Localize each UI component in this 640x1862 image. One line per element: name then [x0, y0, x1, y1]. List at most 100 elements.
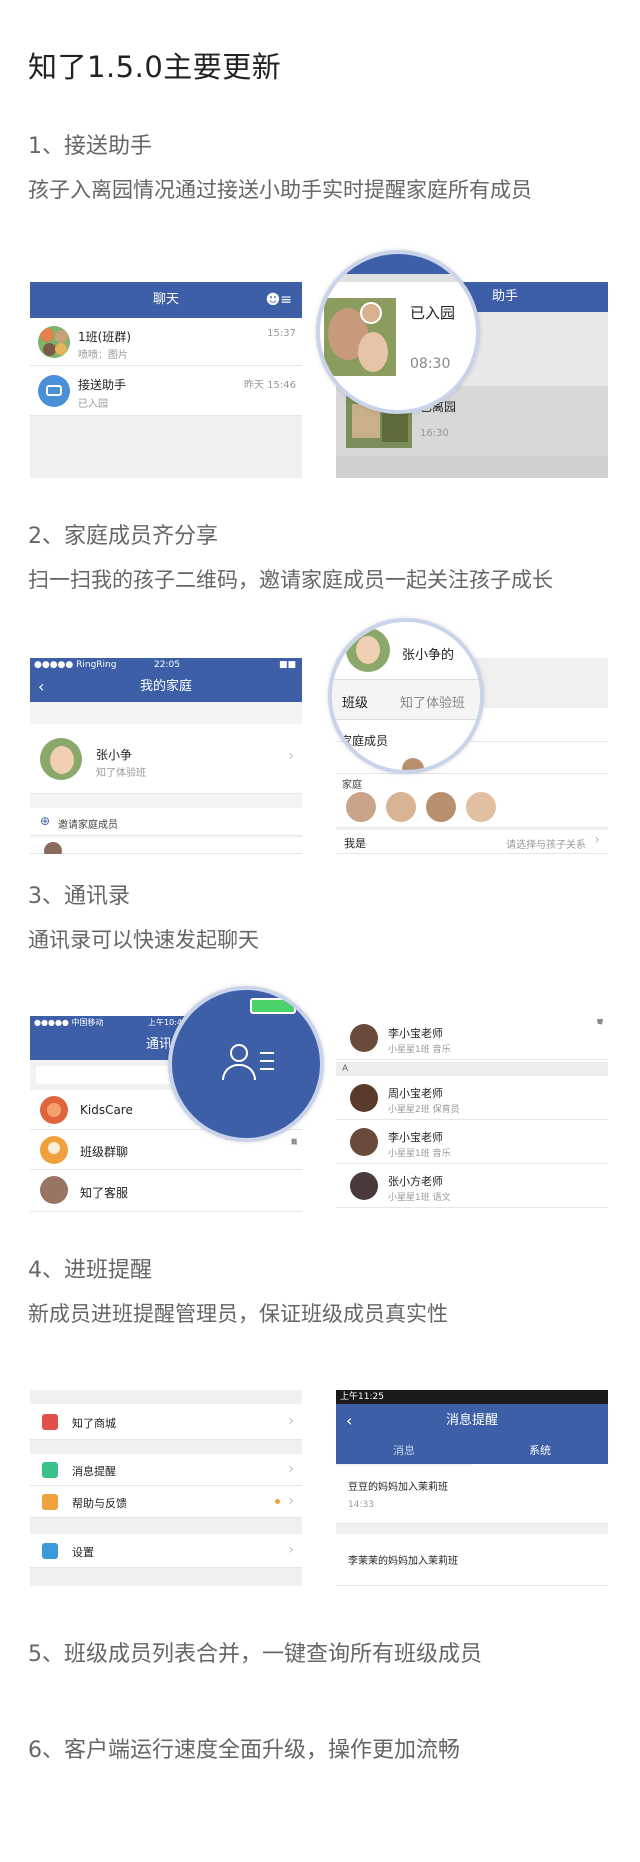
contact-avatar [350, 1172, 378, 1200]
contact-row[interactable]: 张小方老师 小星星1班 语文 [336, 1164, 608, 1208]
members-label-partial: 家庭 [342, 780, 362, 791]
my-family-screen: ●●●●● RingRing 22:05 ■■ ‹ 我的家庭 张小争 知了体验班… [30, 658, 302, 854]
contacts-icon[interactable]: ☻≡ [266, 282, 292, 318]
list-item[interactable]: 1班(班群) 喷喷：图片 15:37 [30, 318, 302, 366]
mag-header [320, 254, 476, 274]
child-avatar [40, 738, 82, 780]
chat-title: 聊天 [152, 292, 179, 307]
invite-row[interactable]: ⊕ 邀请家庭成员 [30, 808, 302, 836]
contact-sub: 小星星2班 保育员 [388, 1105, 460, 1115]
chevron-right-icon: › [288, 1413, 294, 1429]
magnifier [168, 986, 324, 1142]
member-avatar [402, 758, 424, 770]
tab-system[interactable]: 系统 [472, 1438, 608, 1466]
mag-class-row: 班级 知了体验班 [332, 680, 480, 720]
section-1-heading: 1、接送助手 [28, 134, 152, 159]
invite-label: 邀请家庭成员 [58, 820, 118, 831]
menu-item[interactable]: 帮助与反馈 › [30, 1486, 302, 1518]
bus-icon [38, 375, 70, 407]
checkin-status: 已入园 [410, 304, 456, 322]
chat-preview: 已入园 [78, 399, 108, 410]
message-time: 14:33 [348, 1500, 374, 1510]
message-text: 李茉茉的妈妈加入茉莉班 [348, 1556, 458, 1567]
member-avatar [466, 792, 496, 822]
menu-item[interactable]: 消息提醒 › [30, 1454, 302, 1486]
battery-icon: ■■ [278, 660, 296, 670]
member-avatar [426, 792, 456, 822]
child-name: 张小争的 [402, 648, 455, 663]
child-class: 知了体验班 [96, 768, 146, 779]
carrier: ●●●●● 中国移动 [34, 1018, 104, 1027]
magnifier: 已入园 08:30 [316, 250, 480, 414]
child-avatar [346, 628, 390, 672]
contacts-icon[interactable] [220, 1040, 286, 1090]
class-value: 知了体验班 [400, 696, 466, 711]
member-avatar [44, 842, 62, 854]
members-avatars: 家庭 [336, 774, 608, 828]
chevron-right-icon: › [288, 1542, 294, 1558]
member-row-partial [30, 838, 302, 854]
contact-row[interactable]: 周小宝老师 小星星2班 保育员 [336, 1076, 608, 1120]
relation-row[interactable]: 我是 请选择与孩子关系 › [336, 830, 608, 854]
status-bar: 上午11:25 [336, 1390, 608, 1404]
contact-sub: 小星星1班 音乐 [388, 1149, 451, 1159]
list-item[interactable]: 知了客服 [30, 1170, 302, 1212]
chat-screen: 聊天 ☻≡ 1班(班群) 喷喷：图片 15:37 接送助手 已入园 昨天 15:… [30, 282, 302, 478]
chat-time: 昨天 15:46 [244, 380, 296, 391]
footer-strip [336, 456, 608, 478]
magnifier: 张小争的 班级 知了体验班 家庭成员 [328, 618, 484, 774]
chat-time: 15:37 [267, 328, 296, 339]
contact-row[interactable]: 李小宝老师 小星星1班 音乐 [336, 1016, 608, 1060]
relation-value: 请选择与孩子关系 [506, 840, 586, 851]
child-card[interactable]: 张小争 知了体验班 › [30, 724, 302, 794]
battery-icon [250, 998, 296, 1014]
settings-screen: 知了商城 › 消息提醒 › 帮助与反馈 › 设置 › [30, 1390, 302, 1586]
index-letter[interactable]: Z [596, 1018, 604, 1027]
index-letter[interactable]: E [290, 1138, 298, 1147]
back-icon[interactable]: ‹ [38, 672, 44, 702]
clock: 上午11:25 [340, 1392, 384, 1402]
section-2-heading: 2、家庭成员齐分享 [28, 524, 218, 549]
contacts-list-screen: 李小宝老师 小星星1班 音乐 A 周小宝老师 小星星2班 保育员 李小宝老师 小… [336, 1016, 608, 1212]
menu-item[interactable]: 设置 › [30, 1534, 302, 1568]
list-item[interactable]: 接送助手 已入园 昨天 15:46 [30, 366, 302, 416]
tab-bar: 消息 系统 [336, 1438, 608, 1466]
menu-label: 设置 [72, 1546, 94, 1559]
contact-avatar [350, 1024, 378, 1052]
section-1-desc: 孩子入离园情况通过接送小助手实时提醒家庭所有成员 [28, 178, 532, 202]
menu-label: 消息提醒 [72, 1465, 116, 1478]
section-3-desc: 通讯录可以快速发起聊天 [28, 928, 259, 952]
member-avatar [386, 792, 416, 822]
kidscare-icon [40, 1096, 68, 1124]
class-label: 班级 [342, 696, 369, 711]
message-item[interactable]: 李茉茉的妈妈加入茉莉班 [336, 1534, 608, 1586]
message-reminder-screen: 上午11:25 ‹ 消息提醒 消息 系统 豆豆的妈妈加入茉莉班 14:33 李茉… [336, 1390, 608, 1586]
member-avatar [346, 792, 376, 822]
page-title: 知了1.5.0主要更新 [28, 50, 282, 84]
chevron-right-icon: › [288, 1461, 294, 1477]
chat-preview: 喷喷：图片 [78, 350, 128, 361]
menu-label: 知了商城 [72, 1417, 116, 1430]
back-icon[interactable]: ‹ [346, 1404, 352, 1438]
contact-name: 李小宝老师 [388, 1027, 443, 1040]
tab-messages[interactable]: 消息 [336, 1438, 472, 1464]
menu-item[interactable]: 知了商城 › [30, 1404, 302, 1440]
chat-header: 聊天 ☻≡ [30, 282, 302, 318]
message-item[interactable]: 豆豆的妈妈加入茉莉班 14:33 [336, 1466, 608, 1524]
clock: 22:05 [154, 660, 180, 670]
contact-sub: 小星星1班 语文 [388, 1193, 451, 1203]
chat-name: 接送助手 [78, 378, 127, 392]
section-letter: A [336, 1062, 608, 1076]
contact-row[interactable]: 李小宝老师 小星星1班 音乐 [336, 1120, 608, 1164]
relation-label: 我是 [344, 837, 366, 850]
status-bar: ●●●●● RingRing 22:05 ■■ [30, 658, 302, 672]
status-time: 16:30 [420, 428, 449, 439]
gear-icon [42, 1543, 58, 1559]
chevron-right-icon: › [594, 832, 600, 848]
section-5-heading: 5、班级成员列表合并，一键查询所有班级成员 [28, 1642, 482, 1667]
chevron-right-icon: › [288, 748, 294, 764]
plus-circle-icon: ⊕ [40, 814, 51, 828]
contact-avatar [350, 1084, 378, 1112]
feedback-icon [42, 1494, 58, 1510]
mag-header-row: 张小争的 [332, 622, 480, 680]
